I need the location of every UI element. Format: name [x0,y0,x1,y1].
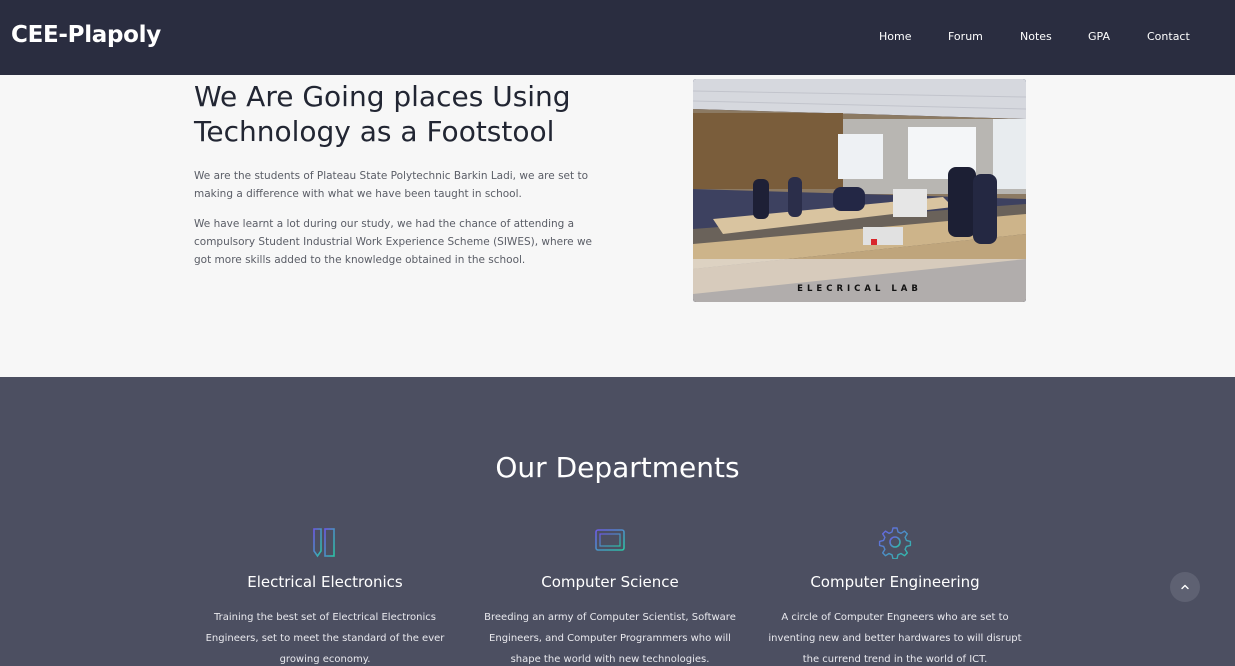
department-card-computer-engineering: Computer Engineering A circle of Compute… [745,525,1045,666]
department-card-electrical: Electrical Electronics Training the best… [175,525,475,666]
ruler-pencil-icon [313,528,335,558]
department-title: Computer Science [541,573,679,591]
hero-paragraph-1: We are the students of Plateau State Pol… [194,170,588,200]
gear-icon [878,527,912,559]
chevron-up-icon [1181,584,1189,590]
hero-title: We Are Going places Using Technology as … [194,80,571,148]
nav-home[interactable]: Home [879,30,911,43]
photo-caption-text: ELECRICAL LAB [797,284,922,294]
department-description: A circle of Computer Engneers who are se… [768,612,1022,665]
scroll-to-top-button[interactable] [1170,572,1200,602]
department-title: Computer Engineering [810,573,980,591]
department-title: Electrical Electronics [247,573,403,591]
nav-forum[interactable]: Forum [948,30,983,43]
departments-section: Our Departments Electrical Electronics T… [0,377,1235,666]
departments-heading: Our Departments [495,451,740,484]
nav-notes[interactable]: Notes [1020,30,1052,43]
department-description: Breeding an army of Computer Scientist, … [484,612,736,665]
electrical-lab-photo: ELECRICAL LAB [693,79,1026,302]
hero-section: We Are Going places Using Technology as … [0,75,1235,377]
department-card-computer-science: Computer Science Breeding an army of Com… [460,525,760,666]
nav-contact[interactable]: Contact [1147,30,1190,43]
nav-gpa[interactable]: GPA [1088,30,1110,43]
photo-caption: ELECRICAL LAB [693,259,1026,302]
navbar: CEE-Plapoly Home Forum Notes GPA Contact [0,0,1235,75]
brand-logo[interactable]: CEE-Plapoly [11,22,161,48]
department-description: Training the best set of Electrical Elec… [205,612,445,665]
monitor-icon [595,529,625,556]
hero-paragraph-2: We have learnt a lot during our study, w… [194,218,593,266]
